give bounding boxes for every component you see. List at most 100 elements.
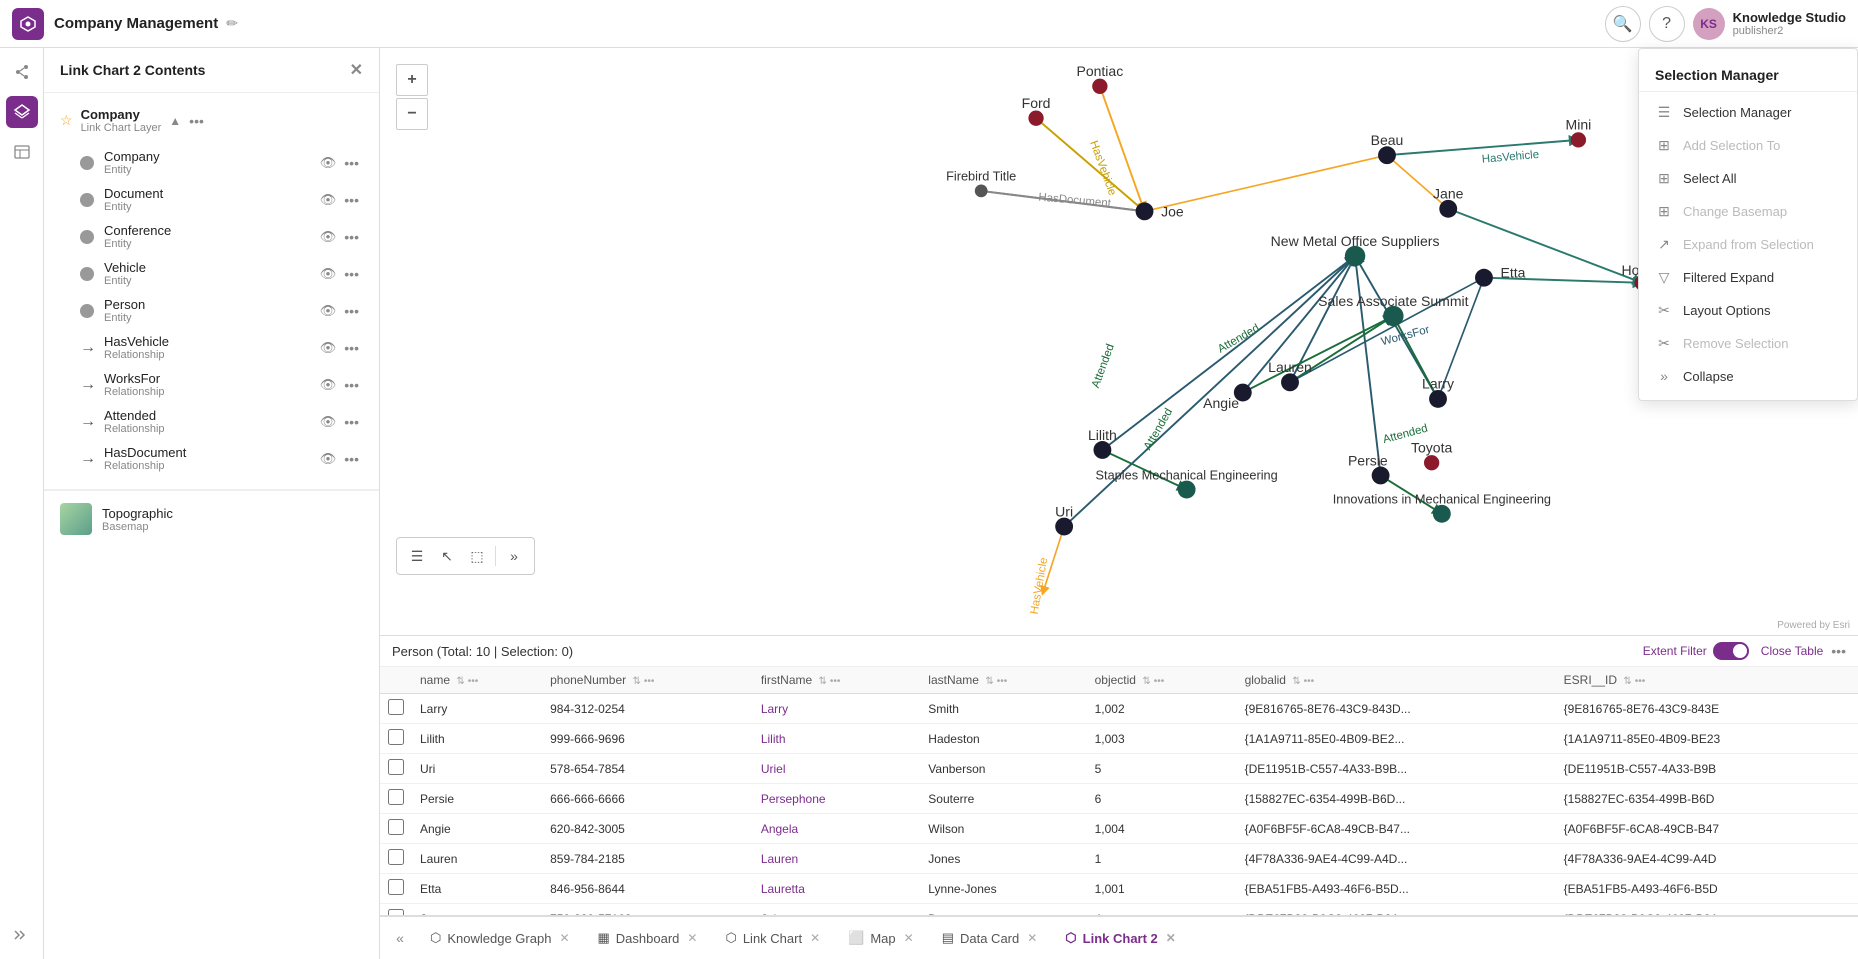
layer-group-more-icon[interactable]: ••• <box>189 113 204 129</box>
layer-item-hasdocument[interactable]: →HasDocumentRelationship👁••• <box>76 440 363 477</box>
visibility-toggle-icon[interactable]: 👁 <box>320 229 337 245</box>
tab-close-link-chart-2[interactable]: ✕ <box>1166 931 1176 945</box>
menu-item-collapse[interactable]: »Collapse <box>1639 360 1857 392</box>
col-objectid[interactable]: objectid ⇅••• <box>1087 667 1237 694</box>
sidebar-icon-table[interactable] <box>6 136 38 168</box>
menu-item-layout-options[interactable]: ✂Layout Options <box>1639 294 1857 327</box>
cell-5: {4F78A336-9AE4-4C99-A4D... <box>1237 844 1556 874</box>
table-scroll[interactable]: name ⇅••• phoneNumber ⇅••• firstName ⇅••… <box>380 667 1858 915</box>
visibility-toggle-icon[interactable]: 👁 <box>320 303 337 319</box>
visibility-toggle-icon[interactable]: 👁 <box>320 451 337 467</box>
visibility-toggle-icon[interactable]: 👁 <box>320 266 337 282</box>
col-lastname[interactable]: lastName ⇅••• <box>920 667 1086 694</box>
layer-item-more-button[interactable]: ••• <box>344 303 359 319</box>
tab-dashboard[interactable]: ▦Dashboard✕ <box>584 917 712 959</box>
sidebar-icon-collapse[interactable] <box>6 919 38 951</box>
menu-item-filtered-expand[interactable]: ▽Filtered Expand <box>1639 261 1857 294</box>
layer-group-expand-icon[interactable]: ▲ <box>169 114 181 128</box>
row-checkbox[interactable] <box>388 789 404 805</box>
tabs-collapse-button[interactable]: « <box>388 917 412 959</box>
layer-item-hasvehicle[interactable]: →HasVehicleRelationship👁••• <box>76 329 363 366</box>
tab-close-knowledge-graph[interactable]: ✕ <box>559 931 569 945</box>
layer-item-more-button[interactable]: ••• <box>344 451 359 467</box>
col-firstname[interactable]: firstName ⇅••• <box>753 667 920 694</box>
tab-data-card[interactable]: ▤Data Card✕ <box>928 917 1052 959</box>
layer-item-more-button[interactable]: ••• <box>344 414 359 430</box>
row-checkbox[interactable] <box>388 849 404 865</box>
layer-item-worksfor[interactable]: →WorksForRelationship👁••• <box>76 366 363 403</box>
table-row[interactable]: Lauren859-784-2185LaurenJones1{4F78A336-… <box>380 844 1858 874</box>
layer-item-more-button[interactable]: ••• <box>344 155 359 171</box>
visibility-toggle-icon[interactable]: 👁 <box>320 192 337 208</box>
table-row[interactable]: Angie620-842-3005AngelaWilson1,004{A0F6B… <box>380 814 1858 844</box>
row-checkbox[interactable] <box>388 879 404 895</box>
table-row[interactable]: Joe759-889-57168JohnDoe4{DBE67B32-B9C8-4… <box>380 904 1858 916</box>
table-more-button[interactable]: ••• <box>1831 643 1846 659</box>
layer-item-conference[interactable]: ConferenceEntity👁••• <box>76 218 363 255</box>
visibility-toggle-icon[interactable]: 👁 <box>320 155 337 171</box>
visibility-toggle-icon[interactable]: 👁 <box>320 340 337 356</box>
menu-item-selection-manager[interactable]: ☰Selection Manager <box>1639 96 1857 129</box>
layer-group-header[interactable]: ☆ Company Link Chart Layer ▲ ••• <box>60 101 363 140</box>
table-row[interactable]: Larry984-312-0254LarrySmith1,002{9E81676… <box>380 694 1858 724</box>
row-checkbox[interactable] <box>388 729 404 745</box>
layer-item-more-button[interactable]: ••• <box>344 340 359 356</box>
col-globalid[interactable]: globalid ⇅••• <box>1237 667 1556 694</box>
tab-close-link-chart[interactable]: ✕ <box>810 931 820 945</box>
sidebar-icon-layers[interactable] <box>6 96 38 128</box>
layer-item-type-document: Entity <box>104 201 310 213</box>
layer-item-more-button[interactable]: ••• <box>344 229 359 245</box>
tab-link-chart[interactable]: ⬡Link Chart✕ <box>711 917 834 959</box>
visibility-toggle-icon[interactable]: 👁 <box>320 377 337 393</box>
row-checkbox[interactable] <box>388 819 404 835</box>
select-tool-button[interactable]: ↖ <box>433 542 461 570</box>
tab-close-dashboard[interactable]: ✕ <box>687 931 697 945</box>
expand-button[interactable]: » <box>500 542 528 570</box>
col-phone[interactable]: phoneNumber ⇅••• <box>542 667 753 694</box>
visibility-toggle-icon[interactable]: 👁 <box>320 414 337 430</box>
zoom-out-button[interactable]: − <box>396 98 428 130</box>
frame-select-button[interactable]: ⬚ <box>463 542 491 570</box>
table-row[interactable]: Uri578-654-7854UrielVanberson5{DE11951B-… <box>380 754 1858 784</box>
layer-item-attended[interactable]: →AttendedRelationship👁••• <box>76 403 363 440</box>
menu-label-collapse: Collapse <box>1683 369 1734 384</box>
panel-close-button[interactable]: ✕ <box>350 60 363 80</box>
cell-4: 4 <box>1087 904 1237 916</box>
cell-3: Jones <box>920 844 1086 874</box>
map-controls: + − <box>396 64 428 130</box>
table-row[interactable]: Etta846-956-8644LaurettaLynne-Jones1,001… <box>380 874 1858 904</box>
layer-item-type-vehicle: Entity <box>104 275 310 287</box>
row-checkbox[interactable] <box>388 699 404 715</box>
tab-close-map[interactable]: ✕ <box>904 931 914 945</box>
menu-item-select-all[interactable]: ⊞Select All <box>1639 162 1857 195</box>
layer-item-more-button[interactable]: ••• <box>344 192 359 208</box>
close-table-button[interactable]: Close Table <box>1761 644 1823 658</box>
menu-icon-change-basemap: ⊞ <box>1655 203 1673 220</box>
layer-item-vehicle[interactable]: VehicleEntity👁••• <box>76 255 363 292</box>
tab-close-data-card[interactable]: ✕ <box>1027 931 1037 945</box>
edit-title-icon[interactable]: ✏ <box>226 15 238 32</box>
col-name[interactable]: name ⇅••• <box>412 667 542 694</box>
help-button[interactable]: ? <box>1649 6 1685 42</box>
zoom-in-button[interactable]: + <box>396 64 428 96</box>
layer-item-more-button[interactable]: ••• <box>344 266 359 282</box>
search-button[interactable]: 🔍 <box>1605 6 1641 42</box>
layer-item-person[interactable]: PersonEntity👁••• <box>76 292 363 329</box>
layer-item-document[interactable]: DocumentEntity👁••• <box>76 181 363 218</box>
graph-canvas[interactable]: + − <box>380 48 1858 635</box>
menu-icon-add-selection-to: ⊞ <box>1655 137 1673 154</box>
extent-filter-toggle[interactable] <box>1713 642 1749 660</box>
row-checkbox[interactable] <box>388 759 404 775</box>
table-row[interactable]: Persie666-666-6666PersephoneSouterre6{15… <box>380 784 1858 814</box>
layer-item-more-button[interactable]: ••• <box>344 377 359 393</box>
cell-3: Souterre <box>920 784 1086 814</box>
tab-link-chart-2[interactable]: ⬡Link Chart 2✕ <box>1051 917 1190 959</box>
layer-item-company[interactable]: CompanyEntity👁••• <box>76 144 363 181</box>
col-esriid[interactable]: ESRI__ID ⇅••• <box>1556 667 1858 694</box>
tab-map[interactable]: ⬜Map✕ <box>834 917 928 959</box>
tab-knowledge-graph[interactable]: ⬡Knowledge Graph✕ <box>416 917 584 959</box>
sidebar-icon-network[interactable] <box>6 56 38 88</box>
list-view-button[interactable]: ☰ <box>403 542 431 570</box>
cell-1: 666-666-6666 <box>542 784 753 814</box>
table-row[interactable]: Lilith999-666-9696LilithHadeston1,003{1A… <box>380 724 1858 754</box>
